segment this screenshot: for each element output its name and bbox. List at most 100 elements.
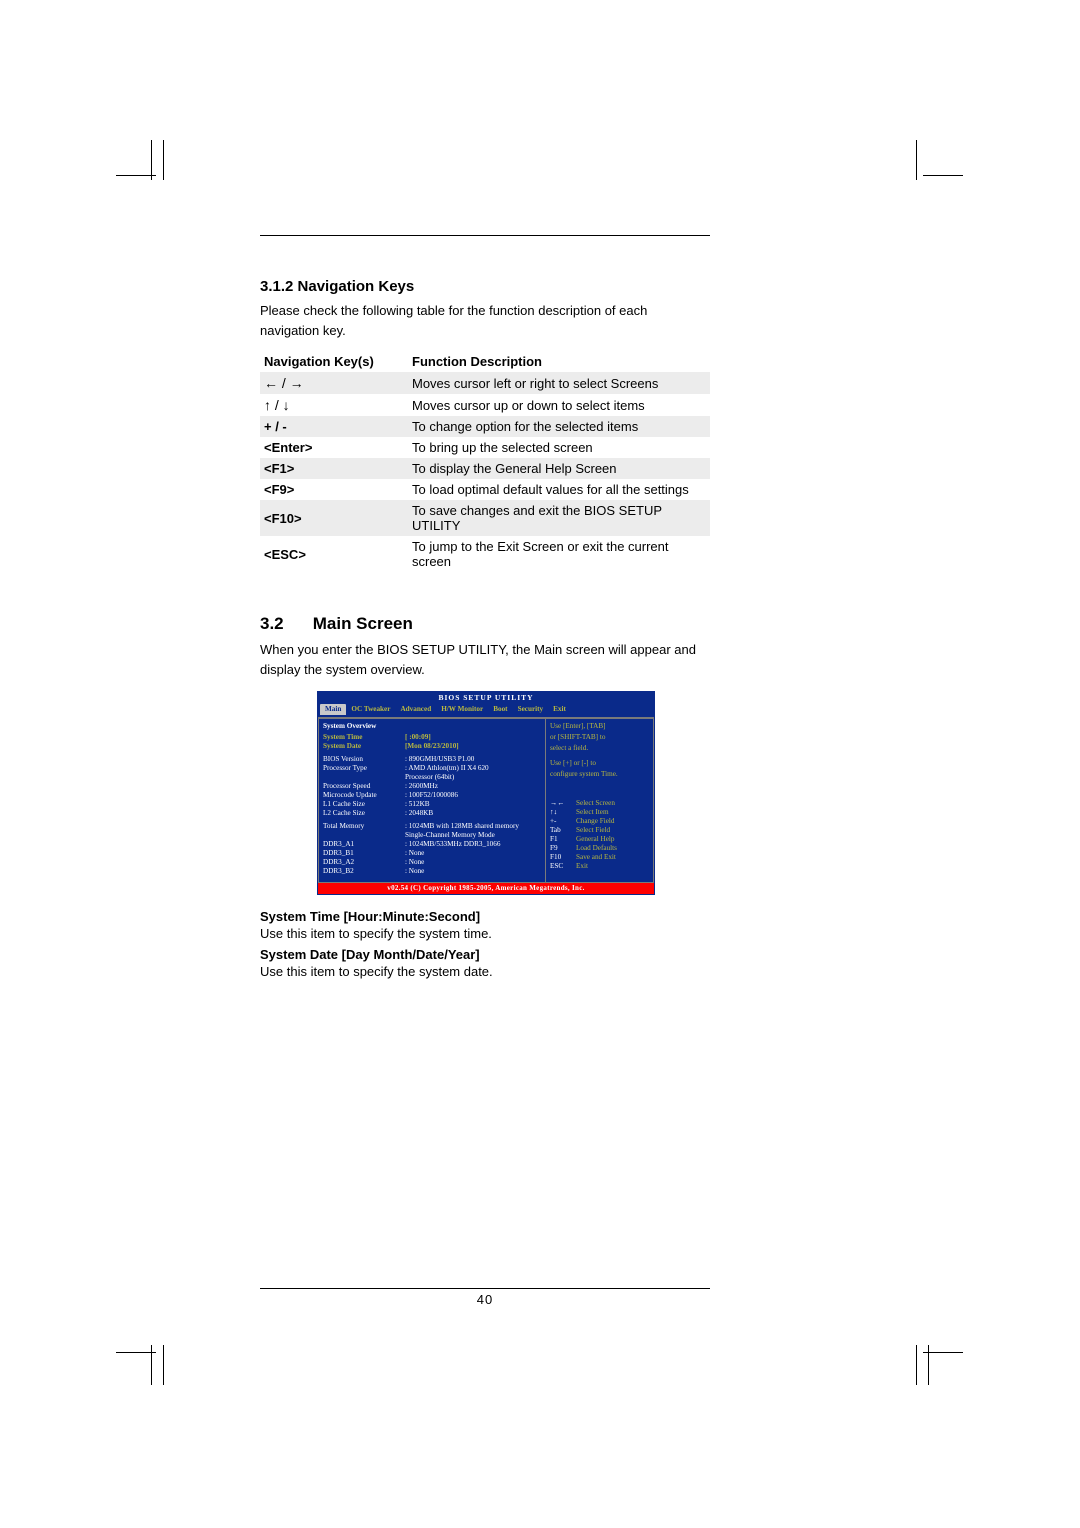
bios-l1-value: : 512KB (405, 800, 430, 809)
bios-total-memory-label: Total Memory (323, 822, 405, 831)
bios-key-desc: Save and Exit (576, 853, 616, 862)
bios-ddr3-a2-value: : None (405, 858, 424, 867)
bios-key-desc: General Help (576, 835, 615, 844)
bios-system-time-value[interactable]: [ :00:09] (405, 733, 431, 742)
navtable-desc: To change option for the selected items (408, 416, 710, 437)
bios-processor-type-value: : AMD Athlon(tm) II X4 620 (405, 764, 489, 773)
section-number: 3.2 (260, 614, 308, 634)
bios-keyline: ESCExit (550, 862, 650, 871)
bios-key-desc: Select Item (576, 808, 609, 817)
table-row: <F10> To save changes and exit the BIOS … (260, 500, 710, 536)
bios-key: ESC (550, 862, 576, 871)
bios-footer: v02.54 (C) Copyright 1985-2005, American… (318, 883, 654, 894)
bios-hint: or [SHIFT-TAB] to (550, 733, 650, 742)
table-row: <F1> To display the General Help Screen (260, 458, 710, 479)
bios-tab-security[interactable]: Security (513, 704, 549, 715)
bios-ddr3-b2-value: : None (405, 867, 424, 876)
bios-keyline: TabSelect Field (550, 826, 650, 835)
bios-overview-heading: System Overview (323, 722, 542, 731)
bios-tab-main[interactable]: Main (320, 704, 346, 715)
bios-keyline: F1General Help (550, 835, 650, 844)
bios-processor-type-value2: Processor (64bit) (405, 773, 454, 782)
crop-mark (163, 1345, 164, 1385)
bios-key-desc: Select Screen (576, 799, 615, 808)
table-row: <Enter> To bring up the selected screen (260, 437, 710, 458)
system-date-label: System Date [Day Month/Date/Year] (260, 947, 710, 962)
crop-mark (916, 1345, 917, 1385)
navigation-keys-table: Navigation Key(s) Function Description ←… (260, 351, 710, 572)
navtable-key: <F9> (260, 479, 408, 500)
navtable-header-func: Function Description (408, 351, 710, 372)
bios-processor-type-label: Processor Type (323, 764, 405, 773)
bios-processor-speed-label: Processor Speed (323, 782, 405, 791)
bios-key: F9 (550, 844, 576, 853)
bios-key-desc: Change Field (576, 817, 615, 826)
bios-tab-boot[interactable]: Boot (488, 704, 512, 715)
bios-system-date-label: System Date (323, 742, 405, 751)
bios-l1-label: L1 Cache Size (323, 800, 405, 809)
intro-main-screen: When you enter the BIOS SETUP UTILITY, t… (260, 640, 710, 680)
navtable-desc: To bring up the selected screen (408, 437, 710, 458)
bios-ddr3-a1-value: : 1024MB/533MHz DDR3_1066 (405, 840, 500, 849)
bios-keyline: F10Save and Exit (550, 853, 650, 862)
bios-system-time-label: System Time (323, 733, 405, 742)
after-bios-block: System Time [Hour:Minute:Second] Use thi… (260, 909, 710, 979)
intro-navigation-keys: Please check the following table for the… (260, 301, 710, 341)
bios-key: +- (550, 817, 576, 826)
navtable-header-keys: Navigation Key(s) (260, 351, 408, 372)
bottom-rule (260, 1288, 710, 1289)
bios-left-panel: System Overview System Time[ :00:09] Sys… (318, 718, 545, 883)
content-block: 3.1.2 Navigation Keys Please check the f… (260, 235, 710, 979)
bios-system-date-value[interactable]: [Mon 08/23/2010] (405, 742, 459, 751)
bios-ddr3-a1-label: DDR3_A1 (323, 840, 405, 849)
bios-key: ↑↓ (550, 808, 576, 817)
system-time-label: System Time [Hour:Minute:Second] (260, 909, 710, 924)
bios-key: F10 (550, 853, 576, 862)
bios-key: F1 (550, 835, 576, 844)
bios-hint: Use [+] or [-] to (550, 759, 650, 768)
bios-keyline: ↑↓Select Item (550, 808, 650, 817)
heading-main-screen: 3.2 Main Screen (260, 614, 710, 634)
bios-version-value: : 890GMH/USB3 P1.00 (405, 755, 474, 764)
navtable-desc: Moves cursor left or right to select Scr… (408, 372, 710, 394)
crop-mark (928, 1345, 929, 1385)
bios-window: BIOS SETUP UTILITY Main OC Tweaker Advan… (317, 691, 655, 895)
bios-total-memory-value: : 1024MB with 128MB shared memory (405, 822, 519, 831)
table-row: <ESC> To jump to the Exit Screen or exit… (260, 536, 710, 572)
bios-version-label: BIOS Version (323, 755, 405, 764)
system-date-desc: Use this item to specify the system date… (260, 964, 710, 979)
bios-processor-speed-value: : 2600MHz (405, 782, 438, 791)
bios-hint: Use [Enter], [TAB] (550, 722, 650, 731)
navtable-desc: To save changes and exit the BIOS SETUP … (408, 500, 710, 536)
bios-ddr3-a2-label: DDR3_A2 (323, 858, 405, 867)
navtable-key: + / - (260, 416, 408, 437)
bios-key-desc: Load Defaults (576, 844, 617, 853)
heading-navigation-keys: 3.1.2 Navigation Keys (260, 278, 710, 295)
page: 3.1.2 Navigation Keys Please check the f… (0, 0, 1080, 1528)
crop-mark (116, 175, 156, 176)
navtable-desc: Moves cursor up or down to select items (408, 394, 710, 416)
crop-mark (151, 140, 152, 180)
bios-tab-exit[interactable]: Exit (548, 704, 571, 715)
bios-l2-value: : 2048KB (405, 809, 433, 818)
navtable-key: <Enter> (260, 437, 408, 458)
top-rule (260, 235, 710, 236)
bios-key-desc: Exit (576, 862, 588, 871)
bios-keyline: F9Load Defaults (550, 844, 650, 853)
navtable-desc: To jump to the Exit Screen or exit the c… (408, 536, 710, 572)
bios-ddr3-b2-label: DDR3_B2 (323, 867, 405, 876)
crop-mark (916, 140, 917, 180)
navtable-key: <ESC> (260, 536, 408, 572)
bios-key: Tab (550, 826, 576, 835)
crop-mark (163, 140, 164, 180)
navtable-desc: To display the General Help Screen (408, 458, 710, 479)
bios-tab-octweaker[interactable]: OC Tweaker (346, 704, 395, 715)
bios-hint: select a field. (550, 744, 650, 753)
bios-tabs: Main OC Tweaker Advanced H/W Monitor Boo… (318, 703, 654, 717)
bios-l2-label: L2 Cache Size (323, 809, 405, 818)
section-title: Main Screen (313, 614, 413, 633)
bios-key-desc: Select Field (576, 826, 610, 835)
bios-tab-hwmonitor[interactable]: H/W Monitor (436, 704, 488, 715)
bios-tab-advanced[interactable]: Advanced (395, 704, 436, 715)
navtable-desc: To load optimal default values for all t… (408, 479, 710, 500)
